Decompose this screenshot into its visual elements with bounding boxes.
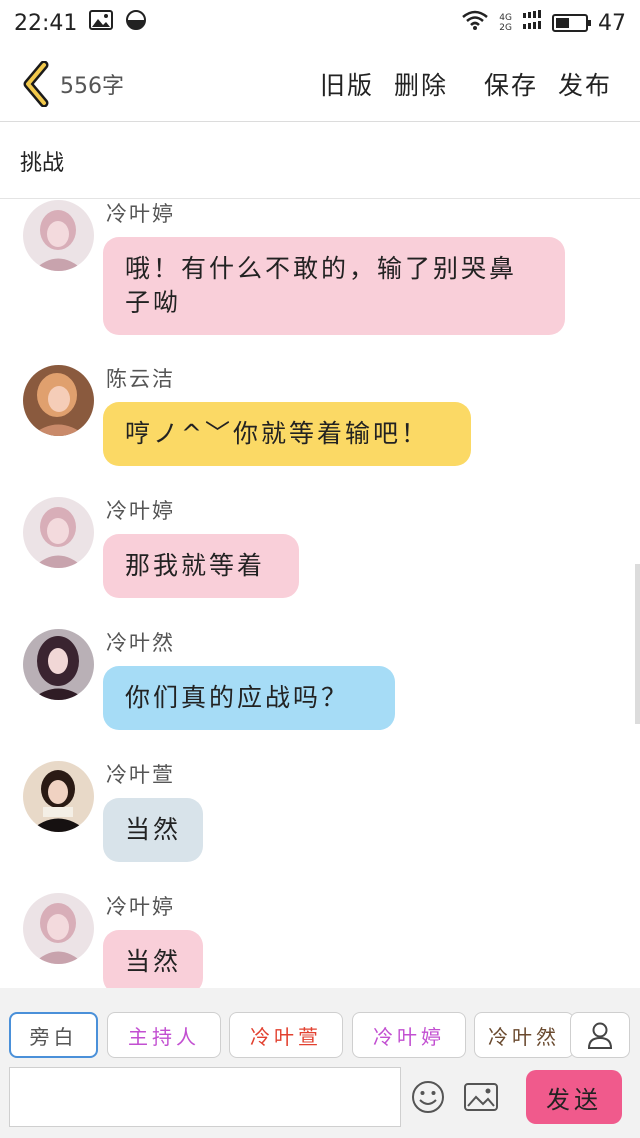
save-button[interactable]: 保存: [474, 66, 548, 102]
scrollbar[interactable]: [635, 564, 640, 724]
message-bubble[interactable]: 哦！有什么不敢的，输了别哭鼻子呦: [103, 237, 565, 335]
wifi-icon: [461, 9, 489, 37]
half-circle-icon: [125, 9, 147, 37]
composer-panel: 旁白 主持人 冷叶萱 冷叶婷 冷叶然 发送: [0, 988, 640, 1138]
sender-name: 冷叶婷: [106, 202, 175, 226]
role-tab-lengyeran[interactable]: 冷叶然: [474, 1012, 574, 1058]
send-button[interactable]: 发送: [526, 1070, 622, 1124]
story-title[interactable]: 挑战: [0, 123, 640, 199]
add-role-button[interactable]: [570, 1012, 630, 1058]
back-button[interactable]: [10, 54, 60, 114]
image-icon: [464, 1083, 498, 1111]
battery-icon: [552, 14, 591, 32]
header-actions: 旧版 删除 保存 发布: [310, 66, 622, 102]
status-time: 22:41: [14, 10, 78, 36]
message-bubble[interactable]: 当然: [103, 798, 203, 862]
sender-name: 冷叶婷: [106, 499, 175, 523]
message-bubble[interactable]: 你们真的应战吗？: [103, 666, 395, 730]
chat-area[interactable]: 冷叶婷 哦！有什么不敢的，输了别哭鼻子呦 陈云洁 哼ノ^﹀你就等着输吧！ 冷叶婷…: [0, 200, 640, 988]
delete-button[interactable]: 删除: [384, 66, 458, 102]
sender-name: 冷叶然: [106, 631, 175, 655]
sender-name: 冷叶萱: [106, 763, 175, 787]
gallery-notification-icon: [89, 10, 114, 36]
user-icon: [587, 1022, 613, 1049]
image-button[interactable]: [463, 1081, 499, 1113]
role-tabs: 旁白 主持人 冷叶萱 冷叶婷 冷叶然: [0, 1012, 640, 1062]
message-bubble[interactable]: 当然: [103, 930, 203, 988]
emoji-button[interactable]: [410, 1079, 446, 1115]
sender-name: 陈云洁: [106, 367, 175, 391]
chevron-left-icon: [23, 60, 49, 107]
message-input[interactable]: [9, 1067, 401, 1127]
avatar[interactable]: [23, 629, 94, 700]
publish-button[interactable]: 发布: [548, 66, 622, 102]
avatar[interactable]: [23, 893, 94, 964]
signal-icon: [522, 9, 542, 37]
smiley-icon: [412, 1081, 444, 1113]
avatar[interactable]: [23, 365, 94, 436]
avatar[interactable]: [23, 761, 94, 832]
battery-level: 47: [598, 10, 626, 36]
role-tab-lengyeting[interactable]: 冷叶婷: [352, 1012, 466, 1058]
avatar[interactable]: [23, 200, 94, 271]
editor-header: 556字 旧版 删除 保存 发布: [0, 46, 640, 122]
role-tab-narration[interactable]: 旁白: [9, 1012, 98, 1058]
network-type-label: 4G 2G: [499, 13, 512, 33]
word-count: 556字: [60, 73, 124, 99]
status-bar: 22:41 4G 2G 47: [0, 0, 640, 46]
sender-name: 冷叶婷: [106, 895, 175, 919]
avatar[interactable]: [23, 497, 94, 568]
message-bubble[interactable]: 哼ノ^﹀你就等着输吧！: [103, 402, 471, 466]
old-version-button[interactable]: 旧版: [310, 66, 384, 102]
role-tab-host[interactable]: 主持人: [107, 1012, 221, 1058]
role-tab-lengyexuan[interactable]: 冷叶萱: [229, 1012, 343, 1058]
message-bubble[interactable]: 那我就等着: [103, 534, 299, 598]
